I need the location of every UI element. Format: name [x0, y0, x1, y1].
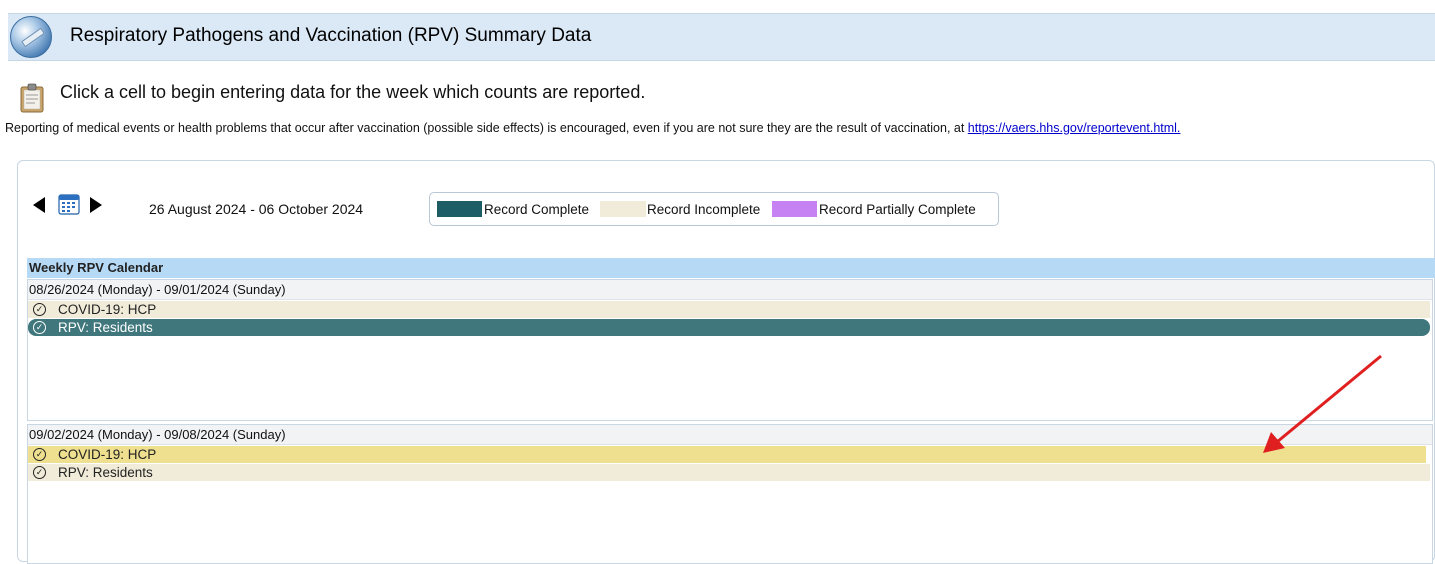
- check-circle-icon: ✓: [33, 303, 46, 316]
- record-label: COVID-19: HCP: [58, 447, 157, 462]
- record-covid-hcp[interactable]: ✓ COVID-19: HCP: [28, 446, 1426, 463]
- week-label: 08/26/2024 (Monday) - 09/01/2024 (Sunday…: [28, 280, 1432, 300]
- check-circle-icon: ✓: [33, 321, 46, 334]
- triangle-left-icon[interactable]: [33, 197, 45, 213]
- legend-swatch-partial: [772, 201, 817, 217]
- annotation-arrow-icon: [1263, 354, 1382, 453]
- clipboard-icon: [20, 83, 44, 113]
- check-circle-icon: ✓: [33, 448, 46, 461]
- check-circle-icon: ✓: [33, 466, 46, 479]
- calendar-header: Weekly RPV Calendar: [27, 258, 1435, 278]
- vaers-notice-text: Reporting of medical events or health pr…: [5, 121, 968, 135]
- legend-label-incomplete: Record Incomplete: [647, 202, 761, 217]
- date-range: 26 August 2024 - 06 October 2024: [149, 201, 364, 217]
- instructions-text: Click a cell to begin entering data for …: [60, 82, 646, 102]
- page-title: Respiratory Pathogens and Vaccination (R…: [70, 25, 592, 46]
- week-label: 09/02/2024 (Monday) - 09/08/2024 (Sunday…: [28, 425, 1432, 445]
- legend-label-complete: Record Complete: [484, 202, 590, 217]
- record-label: RPV: Residents: [58, 465, 153, 480]
- calendar-icon[interactable]: [58, 193, 80, 215]
- week-cell[interactable]: 09/02/2024 (Monday) - 09/08/2024 (Sunday…: [27, 424, 1433, 564]
- record-label: COVID-19: HCP: [58, 302, 157, 317]
- legend-swatch-incomplete: [600, 201, 646, 217]
- vaccination-logo-icon: [10, 16, 52, 58]
- legend-swatch-complete: [437, 201, 482, 217]
- week-cell[interactable]: 08/26/2024 (Monday) - 09/01/2024 (Sunday…: [27, 279, 1433, 421]
- record-covid-hcp[interactable]: ✓ COVID-19: HCP: [28, 301, 1430, 318]
- page-header: Respiratory Pathogens and Vaccination (R…: [8, 13, 1435, 61]
- status-legend: Record Complete Record Incomplete Record…: [429, 192, 999, 226]
- triangle-right-icon[interactable]: [90, 197, 102, 213]
- vaers-notice: Reporting of medical events or health pr…: [5, 121, 1180, 135]
- record-label: RPV: Residents: [58, 320, 153, 335]
- record-rpv-residents[interactable]: ✓ RPV: Residents: [28, 464, 1430, 481]
- record-rpv-residents[interactable]: ✓ RPV: Residents: [28, 319, 1430, 336]
- legend-label-partial: Record Partially Complete: [819, 202, 976, 217]
- vaers-link[interactable]: https://vaers.hhs.gov/reportevent.html.: [968, 121, 1181, 135]
